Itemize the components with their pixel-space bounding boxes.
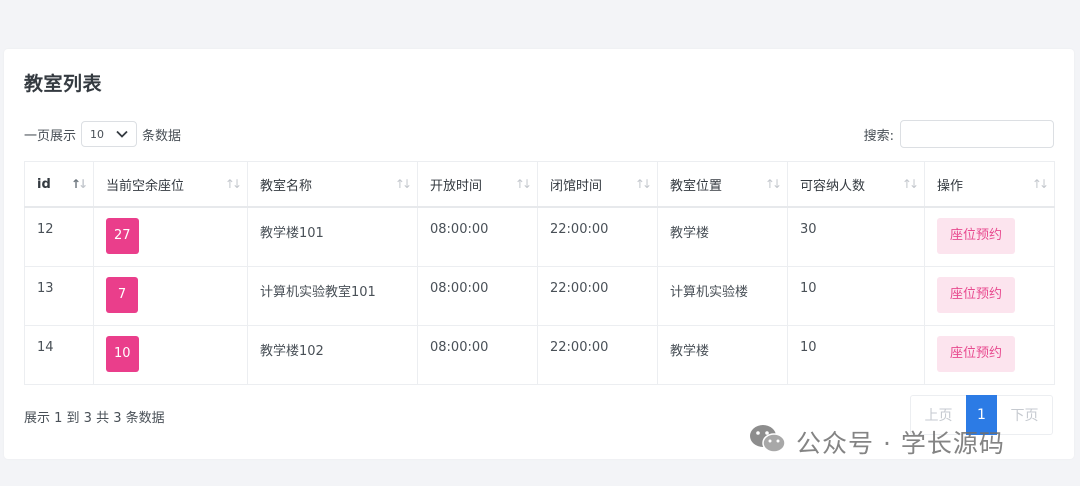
cell-id: 14 (24, 324, 94, 385)
table-row: 12 27 教学楼101 08:00:00 22:00:00 教学楼 30 座位… (24, 206, 1055, 267)
classroom-table: id ↑↓ 当前空余座位 ↑↓ 教室名称 ↑↓ 开放时间 ↑↓ 闭馆时间 ↑↓ 教室位置 ↑… (24, 161, 1055, 385)
cell-name: 计算机实验教室101 (247, 265, 418, 326)
seats-badge: 10 (106, 335, 139, 372)
sort-icon: ↑↓ (901, 177, 919, 191)
cell-seats: 27 (93, 206, 248, 267)
cell-open: 08:00:00 (417, 206, 538, 267)
column-header-close[interactable]: 闭馆时间 ↑↓ (537, 161, 658, 208)
search-label: 搜索: (863, 128, 894, 144)
cell-id: 13 (24, 265, 94, 326)
column-header-action[interactable]: 操作 ↑↓ (924, 161, 1055, 208)
column-header-location[interactable]: 教室位置 ↑↓ (657, 161, 788, 208)
table-header-row: id ↑↓ 当前空余座位 ↑↓ 教室名称 ↑↓ 开放时间 ↑↓ 闭馆时间 ↑↓ 教室位置 ↑… (24, 161, 1055, 208)
seats-badge: 27 (106, 218, 139, 254)
next-page-button[interactable]: 下页 (997, 395, 1053, 435)
reserve-seat-button[interactable]: 座位预约 (937, 276, 1015, 313)
search-control: 搜索: (864, 120, 1054, 148)
sort-icon: ↑↓ (1031, 177, 1049, 191)
sort-icon: ↑↓ (514, 177, 532, 191)
seats-badge: 7 (106, 276, 138, 313)
column-header-id[interactable]: id ↑↓ (24, 161, 94, 208)
cell-location: 计算机实验楼 (657, 265, 788, 326)
cell-action: 座位预约 (924, 324, 1055, 385)
page-title: 教室列表 (24, 73, 103, 95)
cell-capacity: 30 (787, 206, 925, 267)
cell-location: 教学楼 (657, 206, 788, 267)
cell-action: 座位预约 (924, 265, 1055, 326)
cell-close: 22:00:00 (537, 324, 658, 385)
column-header-name[interactable]: 教室名称 ↑↓ (247, 161, 418, 208)
cell-close: 22:00:00 (537, 206, 658, 267)
cell-seats: 10 (93, 324, 248, 385)
cell-action: 座位预约 (924, 206, 1055, 267)
page-length-select[interactable]: 10 (81, 121, 138, 147)
table-row: 14 10 教学楼102 08:00:00 22:00:00 教学楼 10 座位… (24, 324, 1055, 385)
cell-id: 12 (24, 206, 94, 267)
column-header-capacity[interactable]: 可容纳人数 ↑↓ (787, 161, 925, 208)
length-prefix: 一页展示 (24, 128, 77, 144)
reserve-seat-button[interactable]: 座位预约 (937, 335, 1015, 372)
search-input[interactable] (900, 120, 1054, 148)
sort-icon: ↑↓ (70, 177, 88, 191)
cell-capacity: 10 (787, 265, 925, 326)
cell-seats: 7 (93, 265, 248, 326)
watermark-text: 公众号 · 学长源码 (796, 429, 1005, 458)
cell-name: 教学楼102 (247, 324, 418, 385)
sort-icon: ↑↓ (634, 177, 652, 191)
wechat-icon (748, 423, 796, 461)
classroom-list-card: 教室列表 一页展示 10 条数据 搜索: id ↑↓ 当前空余座位 ↑↓ 教室名称 ↑… (4, 49, 1074, 459)
cell-close: 22:00:00 (537, 265, 658, 326)
table-info: 展示 1 到 3 共 3 条数据 (24, 411, 165, 426)
column-header-open[interactable]: 开放时间 ↑↓ (417, 161, 538, 208)
cell-location: 教学楼 (657, 324, 788, 385)
cell-name: 教学楼101 (247, 206, 418, 267)
sort-icon: ↑↓ (394, 177, 412, 191)
cell-open: 08:00:00 (417, 324, 538, 385)
watermark: 公众号 · 学长源码 (748, 424, 1005, 460)
length-suffix: 条数据 (142, 128, 182, 144)
sort-icon: ↑↓ (224, 177, 242, 191)
page-length-control: 一页展示 10 条数据 (24, 120, 181, 148)
cell-capacity: 10 (787, 324, 925, 385)
page-length-value: 10 (90, 127, 105, 141)
cell-open: 08:00:00 (417, 265, 538, 326)
reserve-seat-button[interactable]: 座位预约 (937, 218, 1015, 254)
sort-icon: ↑↓ (764, 177, 782, 191)
chevron-down-icon (116, 130, 128, 138)
column-header-seats[interactable]: 当前空余座位 ↑↓ (93, 161, 248, 208)
table-row: 13 7 计算机实验教室101 08:00:00 22:00:00 计算机实验楼… (24, 265, 1055, 326)
